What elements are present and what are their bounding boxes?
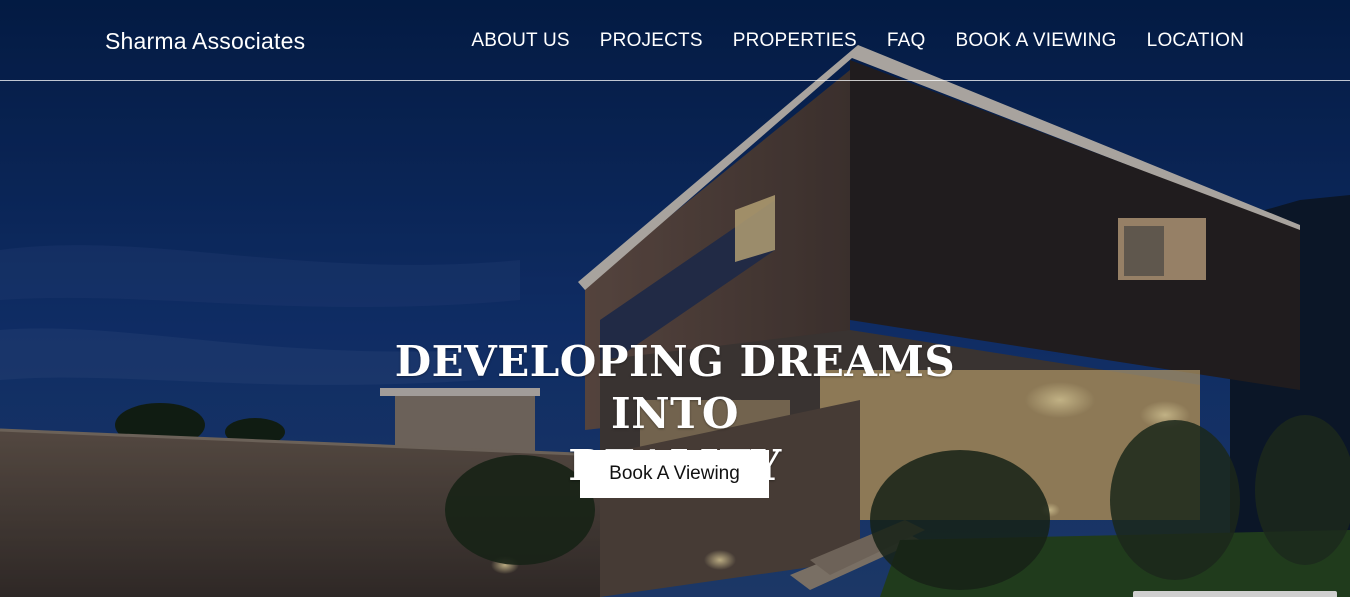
nav-link-properties[interactable]: PROPERTIES bbox=[733, 30, 857, 52]
hero-headline-line-1: DEVELOPING DREAMS INTO bbox=[394, 337, 956, 438]
nav-link-book-a-viewing[interactable]: BOOK A VIEWING bbox=[955, 30, 1116, 52]
nav-link-about-us[interactable]: ABOUT US bbox=[471, 30, 569, 52]
brand-logo-text[interactable]: Sharma Associates bbox=[105, 28, 305, 55]
hero-section bbox=[0, 0, 1350, 597]
book-a-viewing-button[interactable]: Book A Viewing bbox=[580, 450, 769, 498]
top-navigation-bar: Sharma Associates ABOUT US PROJECTS PROP… bbox=[0, 0, 1350, 81]
hero-background-image bbox=[0, 0, 1350, 597]
main-nav: ABOUT US PROJECTS PROPERTIES FAQ BOOK A … bbox=[471, 30, 1244, 52]
nav-link-location[interactable]: LOCATION bbox=[1147, 30, 1244, 52]
horizontal-scrollbar[interactable] bbox=[1133, 591, 1337, 597]
nav-link-projects[interactable]: PROJECTS bbox=[600, 30, 703, 52]
nav-link-faq[interactable]: FAQ bbox=[887, 30, 926, 52]
